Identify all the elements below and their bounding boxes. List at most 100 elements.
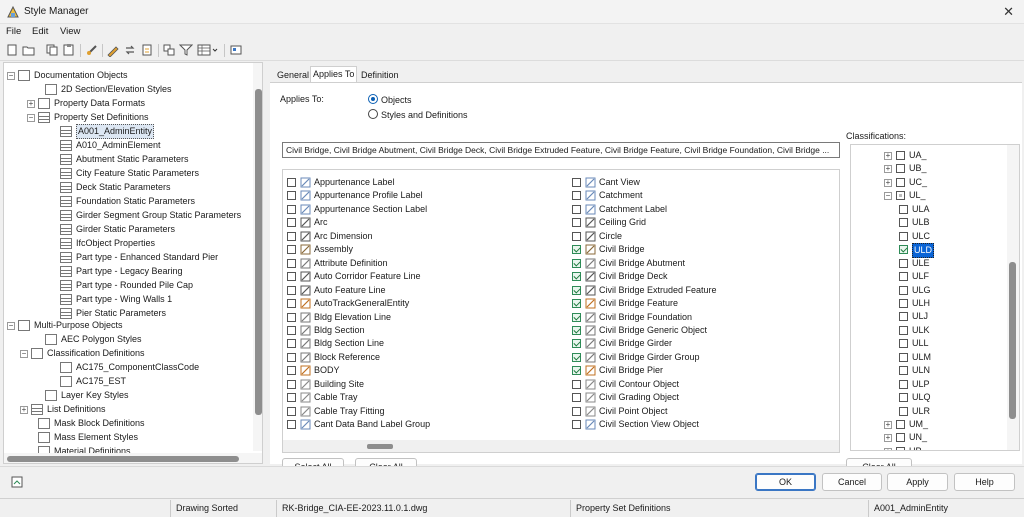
ok-button[interactable]: OK [755, 473, 816, 491]
object-checkbox[interactable] [287, 325, 296, 335]
object-checkbox[interactable] [287, 258, 296, 268]
expand-icon[interactable]: + [884, 165, 892, 174]
expand-icon[interactable]: + [884, 178, 892, 187]
tree-scroll-thumb[interactable] [255, 89, 262, 415]
object-checkbox[interactable] [572, 231, 581, 241]
object-checkbox[interactable] [572, 420, 581, 430]
expand-icon[interactable]: + [20, 406, 28, 414]
sort-icon[interactable] [162, 43, 176, 57]
object-checkbox[interactable] [287, 366, 296, 376]
classification-checkbox[interactable] [899, 352, 908, 362]
classification-checkbox[interactable] [899, 258, 908, 268]
classification-checkbox[interactable] [899, 325, 908, 335]
classification-checkbox[interactable] [899, 393, 908, 403]
expand-icon[interactable]: + [27, 100, 35, 108]
object-checkbox[interactable] [287, 204, 296, 214]
classification-checkbox[interactable] [899, 245, 908, 255]
object-checkbox[interactable] [287, 299, 296, 309]
classification-checkbox[interactable] [896, 446, 905, 450]
object-checkbox[interactable] [572, 258, 581, 268]
object-checkbox[interactable] [572, 366, 581, 376]
collapse-icon[interactable]: − [20, 350, 28, 358]
object-checkbox[interactable] [572, 245, 581, 255]
classification-checkbox[interactable] [899, 298, 908, 308]
classifications-tree[interactable]: + UA_ + UB_ + UC_ − UL_ ULA ULB ULC ULD ULE ULF ULG ULH… [850, 144, 1020, 451]
classification-checkbox[interactable] [899, 218, 908, 228]
help-button[interactable]: Help [954, 473, 1015, 491]
object-checkbox[interactable] [287, 379, 296, 389]
purge-icon[interactable] [85, 43, 99, 57]
object-checkbox[interactable] [287, 272, 296, 282]
object-checkbox[interactable] [287, 218, 296, 228]
close-icon[interactable]: ✕ [1003, 4, 1014, 20]
classification-checkbox[interactable] [899, 204, 908, 214]
object-checkbox[interactable] [572, 204, 581, 214]
tab-applies-to[interactable]: Applies To [310, 66, 358, 82]
classification-checkbox[interactable] [899, 312, 908, 322]
classification-checkbox[interactable] [896, 433, 905, 443]
object-checkbox[interactable] [287, 285, 296, 295]
open-icon[interactable] [22, 43, 36, 57]
repath-icon[interactable] [123, 43, 137, 57]
paste-icon[interactable] [62, 43, 76, 57]
apply-button[interactable]: Apply [887, 473, 948, 491]
toggle-icon[interactable] [140, 43, 154, 57]
object-checkbox[interactable] [572, 406, 581, 416]
object-checkbox[interactable] [572, 379, 581, 389]
tree-hscroll-thumb[interactable] [7, 456, 239, 462]
object-checkbox[interactable] [287, 352, 296, 362]
collapse-icon[interactable]: − [7, 322, 15, 330]
collapse-icon[interactable]: − [884, 192, 892, 201]
object-checkbox[interactable] [572, 191, 581, 201]
object-checkbox[interactable] [572, 393, 581, 403]
tab-definition[interactable]: Definition [359, 68, 401, 82]
classification-checkbox[interactable] [899, 339, 908, 349]
object-checkbox[interactable] [572, 352, 581, 362]
new-icon[interactable] [5, 43, 19, 57]
object-checkbox[interactable] [572, 178, 581, 187]
collapse-icon[interactable]: − [27, 114, 35, 122]
styles-definitions-radio[interactable] [368, 109, 378, 119]
tab-general[interactable]: General [275, 68, 311, 82]
expand-icon[interactable]: + [884, 447, 892, 450]
cancel-button[interactable]: Cancel [822, 473, 882, 491]
expand-icon[interactable]: + [884, 152, 892, 160]
classification-checkbox[interactable] [896, 191, 905, 201]
object-type-list[interactable]: Appurtenance Label Appurtenance Profile L… [282, 169, 840, 453]
classification-checkbox[interactable] [899, 272, 908, 282]
classification-checkbox[interactable] [899, 285, 908, 295]
object-checkbox[interactable] [572, 339, 581, 349]
classification-checkbox[interactable] [896, 151, 905, 160]
classification-checkbox[interactable] [899, 231, 908, 241]
object-checkbox[interactable] [572, 218, 581, 228]
objects-radio[interactable] [368, 94, 378, 104]
expand-icon[interactable]: + [884, 434, 892, 443]
menu-file[interactable]: File [6, 26, 21, 37]
styles-definitions-radio-label[interactable]: Styles and Definitions [381, 110, 468, 120]
menu-edit[interactable]: Edit [32, 26, 48, 37]
object-checkbox[interactable] [287, 406, 296, 416]
object-checkbox[interactable] [287, 339, 296, 349]
classification-checkbox[interactable] [896, 164, 905, 174]
object-checkbox[interactable] [287, 393, 296, 403]
object-checkbox[interactable] [572, 325, 581, 335]
object-list-scroll-thumb[interactable] [367, 444, 393, 449]
classification-checkbox[interactable] [896, 420, 905, 429]
object-checkbox[interactable] [572, 299, 581, 309]
object-checkbox[interactable] [287, 178, 296, 187]
object-checkbox[interactable] [287, 245, 296, 255]
filter-icon[interactable] [179, 43, 193, 57]
object-checkbox[interactable] [572, 312, 581, 322]
classification-checkbox[interactable] [899, 379, 908, 389]
object-checkbox[interactable] [287, 420, 296, 430]
export-icon[interactable] [10, 475, 24, 489]
objects-radio-label[interactable]: Objects [381, 95, 412, 105]
view-icon[interactable] [197, 43, 219, 57]
settings-icon[interactable] [229, 43, 243, 57]
object-checkbox[interactable] [572, 272, 581, 282]
object-checkbox[interactable] [287, 312, 296, 322]
classification-checkbox[interactable] [899, 366, 908, 376]
menu-view[interactable]: View [60, 26, 80, 37]
collapse-icon[interactable]: − [7, 72, 15, 80]
expand-icon[interactable]: + [884, 421, 892, 429]
